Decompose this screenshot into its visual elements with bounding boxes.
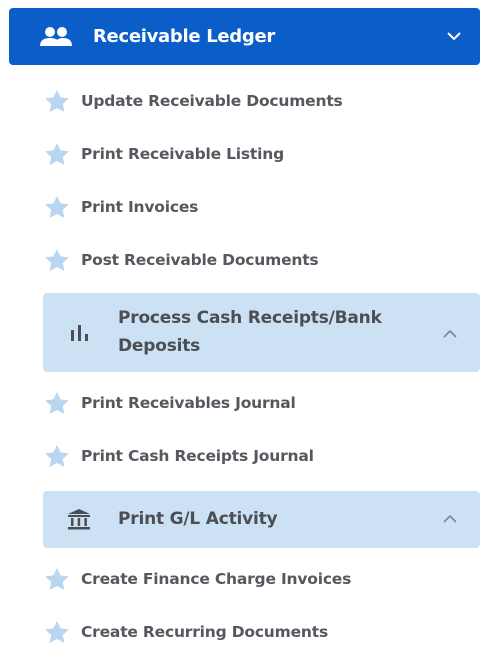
menu-item-label: Create Recurring Documents: [81, 623, 328, 641]
star-icon[interactable]: [44, 567, 70, 591]
bank-icon: [68, 509, 90, 530]
menu-item-label: Post Receivable Documents: [81, 251, 319, 269]
menu-item-print-receivables-journal[interactable]: Print Receivables Journal: [44, 388, 464, 418]
group-label-line2: Deposits: [118, 336, 201, 356]
star-icon[interactable]: [44, 142, 70, 166]
star-icon[interactable]: [44, 195, 70, 219]
menu-item-label: Print Invoices: [81, 198, 199, 216]
bar-chart-icon: [71, 325, 88, 341]
group-label: Print G/L Activity: [118, 509, 278, 529]
menu-item-label: Print Receivables Journal: [81, 394, 296, 412]
star-icon[interactable]: [44, 620, 70, 644]
menu-item-print-invoices[interactable]: Print Invoices: [44, 192, 464, 222]
menu-item-label: Create Finance Charge Invoices: [81, 570, 352, 588]
star-icon[interactable]: [44, 248, 70, 272]
chevron-down-icon[interactable]: [446, 29, 462, 43]
menu-item-label: Update Receivable Documents: [81, 92, 343, 110]
group-process-cash-receipts[interactable]: Process Cash Receipts/Bank Deposits: [43, 293, 480, 372]
group-print-gl-activity[interactable]: Print G/L Activity: [43, 491, 480, 548]
chevron-up-icon[interactable]: [442, 328, 458, 340]
menu-item-create-recurring-documents[interactable]: Create Recurring Documents: [44, 617, 464, 647]
people-icon: [40, 27, 72, 46]
menu-item-label: Print Receivable Listing: [81, 145, 284, 163]
menu-item-create-finance-charge-invoices[interactable]: Create Finance Charge Invoices: [44, 564, 464, 594]
menu-item-print-cash-receipts-journal[interactable]: Print Cash Receipts Journal: [44, 441, 464, 471]
chevron-up-icon[interactable]: [442, 513, 458, 525]
star-icon[interactable]: [44, 444, 70, 468]
menu-item-update-receivable-documents[interactable]: Update Receivable Documents: [44, 86, 464, 116]
menu-item-label: Print Cash Receipts Journal: [81, 447, 314, 465]
group-label-line1: Process Cash Receipts/Bank: [118, 308, 382, 328]
star-icon[interactable]: [44, 391, 70, 415]
menu-item-print-receivable-listing[interactable]: Print Receivable Listing: [44, 139, 464, 169]
header-title: Receivable Ledger: [93, 26, 275, 47]
receivable-ledger-header[interactable]: Receivable Ledger: [9, 8, 480, 65]
menu-item-post-receivable-documents[interactable]: Post Receivable Documents: [44, 245, 464, 275]
star-icon[interactable]: [44, 89, 70, 113]
